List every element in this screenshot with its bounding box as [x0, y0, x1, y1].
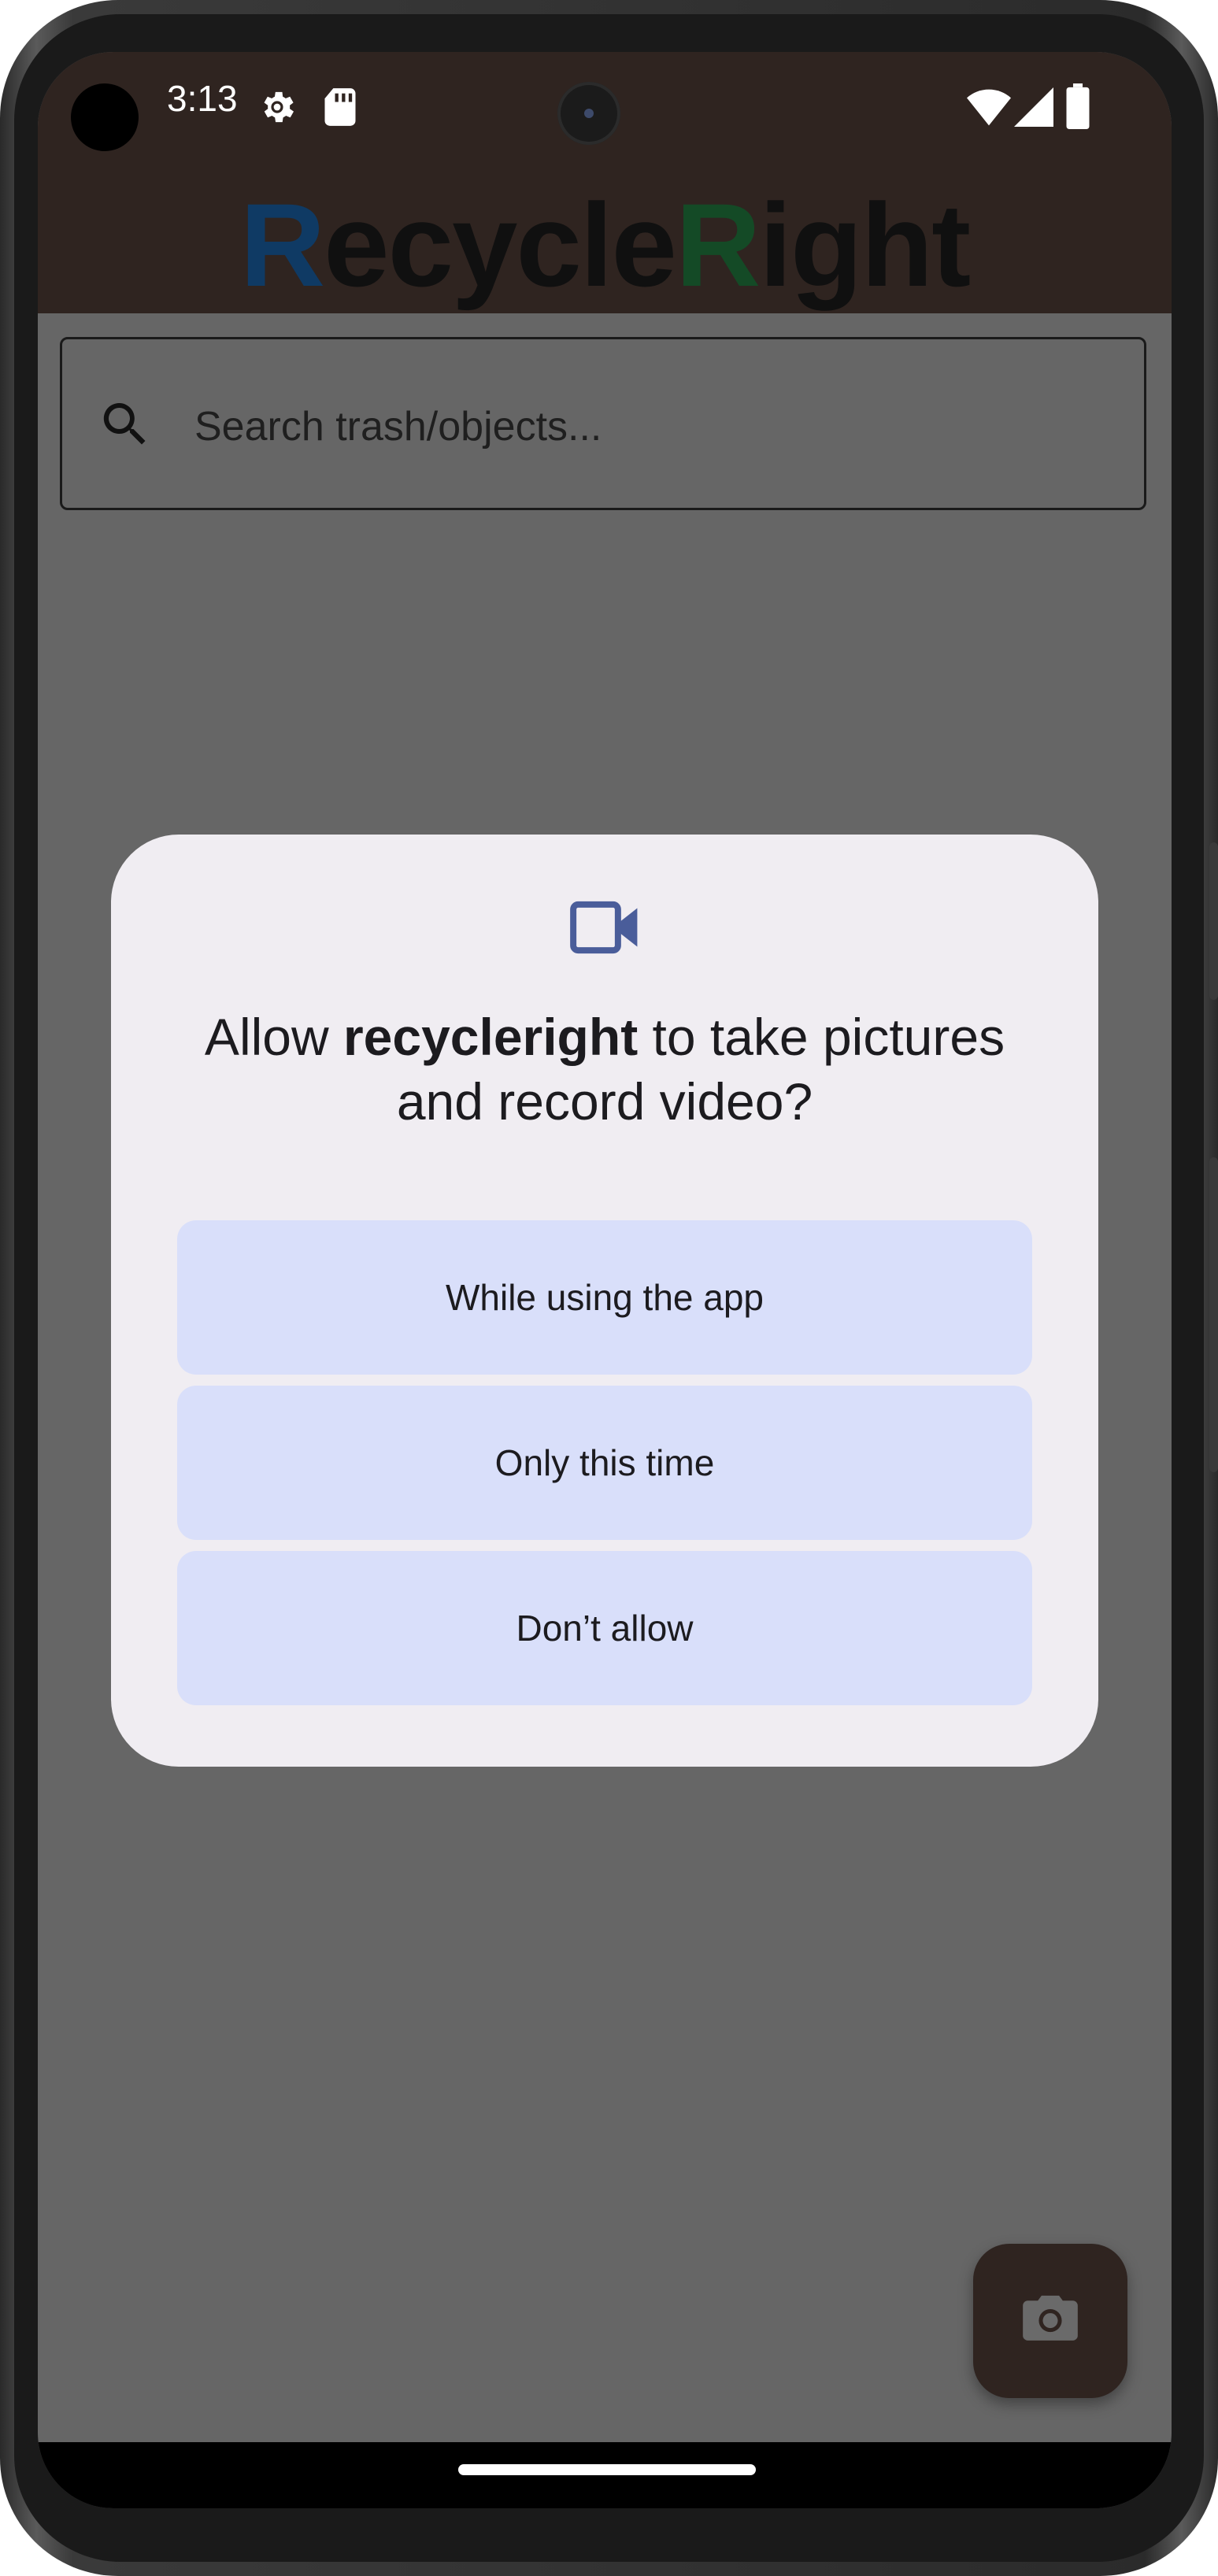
video-camera-icon: [568, 898, 641, 961]
camera-fab-button[interactable]: [973, 2244, 1127, 2398]
search-input[interactable]: [193, 387, 1125, 467]
home-indicator[interactable]: [458, 2464, 756, 2475]
volume-button: [1209, 1157, 1218, 1472]
power-button: [1209, 842, 1218, 1000]
only-this-time-button[interactable]: Only this time: [177, 1386, 1032, 1540]
battery-icon: [1066, 83, 1090, 133]
status-time: 3:13: [167, 78, 238, 119]
front-camera: [557, 82, 620, 145]
title-letter-r1: R: [239, 179, 325, 311]
title-letter-r2: R: [675, 179, 761, 311]
while-using-app-button[interactable]: While using the app: [177, 1220, 1032, 1375]
permission-dialog: Allow recycleright to take pictures and …: [111, 835, 1098, 1767]
app-title: RecycleRight: [38, 178, 1172, 312]
sd-card-icon: [323, 87, 357, 131]
dont-allow-button[interactable]: Don’t allow: [177, 1551, 1032, 1705]
app-header: 3:13 RecycleRight: [38, 52, 1172, 313]
screen: 3:13 RecycleRight Allow recycleright to …: [38, 52, 1172, 2508]
dialog-title: Allow recycleright to take pictures and …: [158, 1005, 1051, 1134]
title-part-ight: ight: [759, 179, 971, 311]
camera-icon: [1020, 2293, 1080, 2350]
dialog-app-name: recycleright: [342, 1008, 639, 1066]
dialog-title-prefix: Allow: [204, 1008, 343, 1066]
search-icon: [97, 396, 154, 457]
title-part-ecycle: ecycle: [324, 179, 677, 311]
signal-icon: [1014, 87, 1053, 131]
navigation-bar: [38, 2442, 1172, 2508]
search-bar[interactable]: [60, 337, 1146, 510]
wifi-icon: [967, 87, 1011, 131]
status-avatar: [71, 83, 139, 151]
settings-gear-icon: [257, 87, 298, 131]
